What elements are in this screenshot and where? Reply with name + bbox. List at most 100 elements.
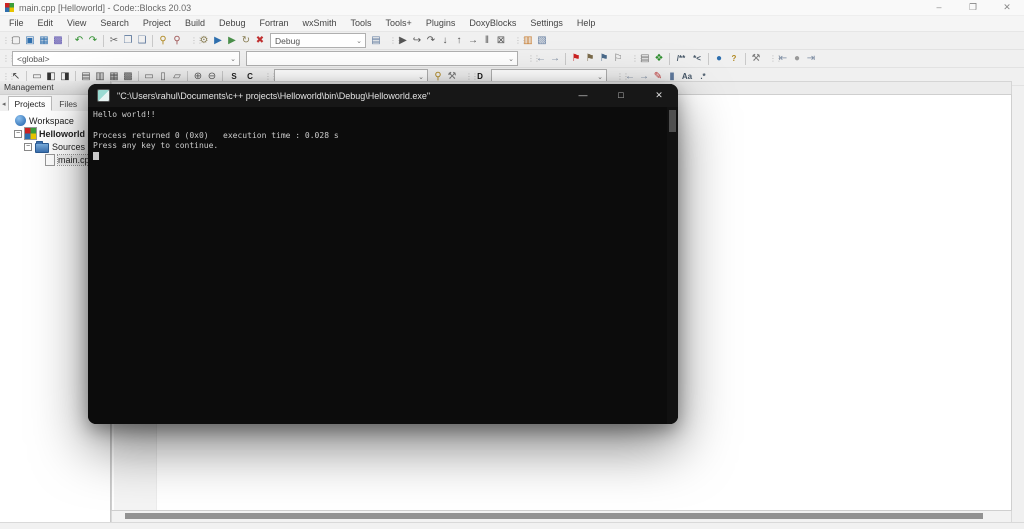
doxy-run-html-icon[interactable]: ● bbox=[712, 51, 726, 66]
tab-scroll-left-icon[interactable]: ◂ bbox=[0, 100, 8, 111]
doxy-block-comment-icon[interactable]: /** bbox=[673, 51, 689, 66]
doxy-settings-icon[interactable]: ⚒ bbox=[749, 51, 763, 66]
clear-bookmarks-icon[interactable]: ⚐ bbox=[611, 51, 625, 66]
scrollbar-thumb[interactable] bbox=[125, 513, 983, 519]
menu-edit[interactable]: Edit bbox=[31, 16, 61, 31]
toolbar-grip[interactable]: ⋮⋮ bbox=[389, 37, 394, 45]
expander-icon[interactable]: − bbox=[24, 143, 32, 151]
replace-icon[interactable]: ⚲ bbox=[170, 33, 184, 48]
toolbar-grip[interactable]: ⋮⋮ bbox=[769, 55, 774, 63]
close-button[interactable]: ✕ bbox=[990, 0, 1024, 15]
tab-projects[interactable]: Projects bbox=[8, 96, 53, 111]
tab-files[interactable]: Files bbox=[52, 96, 84, 111]
build-icon[interactable]: ⚙ bbox=[197, 33, 211, 48]
console-maximize-button[interactable]: □ bbox=[602, 84, 640, 107]
console-minimize-button[interactable]: — bbox=[564, 84, 602, 107]
toolbar-grip[interactable]: ⋮⋮ bbox=[2, 55, 7, 63]
toggle-bookmark-icon[interactable]: ⚑ bbox=[569, 51, 583, 66]
step-out-icon[interactable]: ↑ bbox=[452, 33, 466, 48]
menu-doxyblocks[interactable]: DoxyBlocks bbox=[462, 16, 523, 31]
menu-fortran[interactable]: Fortran bbox=[252, 16, 295, 31]
menu-tools[interactable]: Tools bbox=[344, 16, 379, 31]
chevron-down-icon[interactable]: ⌄ bbox=[415, 73, 427, 81]
save-file-icon[interactable]: ▦ bbox=[37, 33, 51, 48]
previous-bookmark-icon[interactable]: ⚑ bbox=[583, 51, 597, 66]
chevron-down-icon[interactable]: ⌄ bbox=[505, 55, 517, 63]
nav-forward-icon[interactable]: → bbox=[548, 51, 562, 66]
menu-build[interactable]: Build bbox=[178, 16, 212, 31]
redo-icon[interactable]: ↷ bbox=[86, 33, 100, 48]
toolbar-grip[interactable]: ⋮⋮ bbox=[527, 55, 532, 63]
jump-marker-icon[interactable]: ● bbox=[790, 51, 804, 66]
menu-plugins[interactable]: Plugins bbox=[419, 16, 463, 31]
menu-bar: FileEditViewSearchProjectBuildDebugFortr… bbox=[0, 16, 1024, 32]
toolbar-grip[interactable]: ⋮⋮ bbox=[2, 73, 7, 81]
debugging-windows-icon[interactable]: ▥ bbox=[521, 33, 535, 48]
stop-debugger-icon[interactable]: ⊠ bbox=[494, 33, 508, 48]
console-output[interactable]: Hello world!!Process returned 0 (0x0) ex… bbox=[88, 107, 678, 424]
various-info-icon[interactable]: ▧ bbox=[535, 33, 549, 48]
next-bookmark-icon[interactable]: ⚑ bbox=[597, 51, 611, 66]
menu-search[interactable]: Search bbox=[93, 16, 136, 31]
copy-icon[interactable]: ❐ bbox=[121, 33, 135, 48]
console-titlebar[interactable]: "C:\Users\rahul\Documents\c++ projects\H… bbox=[88, 84, 678, 107]
chevron-down-icon[interactable]: ⌄ bbox=[227, 55, 239, 63]
open-file-icon[interactable]: ▣ bbox=[23, 33, 37, 48]
rebuild-icon[interactable]: ↻ bbox=[239, 33, 253, 48]
function-combo[interactable]: ⌄ bbox=[246, 51, 518, 66]
save-all-files-icon[interactable]: ▩ bbox=[51, 33, 65, 48]
new-file-icon[interactable]: ▢ bbox=[9, 33, 23, 48]
chevron-down-icon[interactable]: ⌄ bbox=[594, 73, 606, 81]
jump-toolbar: ⋮⋮⇤●⇥ bbox=[767, 50, 818, 67]
menu-project[interactable]: Project bbox=[136, 16, 178, 31]
menu-wxsmith[interactable]: wxSmith bbox=[296, 16, 344, 31]
expander-icon[interactable]: − bbox=[14, 130, 22, 138]
pause-debugger-icon[interactable]: ‖ bbox=[480, 33, 494, 48]
jump-forward-icon[interactable]: ⇥ bbox=[804, 51, 818, 66]
status-bar bbox=[0, 522, 1024, 529]
minimize-button[interactable]: – bbox=[922, 0, 956, 15]
nav-back-icon[interactable]: ← bbox=[534, 51, 548, 66]
window-titlebar: main.cpp [Helloworld] - Code::Blocks 20.… bbox=[0, 0, 1024, 16]
step-into-icon[interactable]: ↓ bbox=[438, 33, 452, 48]
next-line-icon[interactable]: ↷ bbox=[424, 33, 438, 48]
run-icon[interactable]: ▶ bbox=[211, 33, 225, 48]
toolbar-grip[interactable]: ⋮⋮ bbox=[190, 37, 195, 45]
toolbar-grip[interactable]: ⋮⋮ bbox=[465, 73, 470, 81]
doxy-line-comment-icon[interactable]: *< bbox=[689, 51, 705, 66]
chevron-down-icon[interactable]: ⌄ bbox=[353, 37, 365, 45]
build-and-run-icon[interactable]: ▶ bbox=[225, 33, 239, 48]
scope-combo[interactable]: <global>⌄ bbox=[12, 51, 240, 66]
find-icon[interactable]: ⚲ bbox=[156, 33, 170, 48]
menu-tools[interactable]: Tools+ bbox=[379, 16, 419, 31]
paste-icon[interactable]: ❑ bbox=[135, 33, 149, 48]
show-build-messages-icon[interactable]: ▤ bbox=[369, 33, 383, 48]
console-close-button[interactable]: ✕ bbox=[640, 84, 678, 107]
menu-settings[interactable]: Settings bbox=[523, 16, 570, 31]
toolbar-grip[interactable]: ⋮⋮ bbox=[631, 55, 636, 63]
jump-back-icon[interactable]: ⇤ bbox=[776, 51, 790, 66]
menu-file[interactable]: File bbox=[2, 16, 31, 31]
toolbar-grip[interactable]: ⋮⋮ bbox=[616, 73, 621, 81]
build-target-combo[interactable]: Debug⌄ bbox=[270, 33, 366, 48]
debug-continue-icon[interactable]: ▶ bbox=[396, 33, 410, 48]
run-to-cursor-icon[interactable]: ↪ bbox=[410, 33, 424, 48]
cut-icon[interactable]: ✂ bbox=[107, 33, 121, 48]
menu-help[interactable]: Help bbox=[570, 16, 603, 31]
console-window[interactable]: "C:\Users\rahul\Documents\c++ projects\H… bbox=[88, 84, 678, 424]
console-scrollbar-thumb[interactable] bbox=[669, 110, 676, 132]
toolbar-grip[interactable]: ⋮⋮ bbox=[264, 73, 269, 81]
menu-debug[interactable]: Debug bbox=[212, 16, 253, 31]
doxy-extract-docs-icon[interactable]: ▤ bbox=[638, 51, 652, 66]
toolbar-grip[interactable]: ⋮⋮ bbox=[514, 37, 519, 45]
abort-build-icon[interactable]: ✖ bbox=[253, 33, 267, 48]
toolbar-separator bbox=[708, 53, 709, 65]
doxy-wizard-icon[interactable]: ❖ bbox=[652, 51, 666, 66]
console-vertical-scrollbar[interactable] bbox=[667, 107, 678, 424]
restore-button[interactable]: ❐ bbox=[956, 0, 990, 15]
toolbar-grip[interactable]: ⋮⋮ bbox=[2, 37, 7, 45]
undo-icon[interactable]: ↶ bbox=[72, 33, 86, 48]
doxy-run-chm-icon[interactable]: ? bbox=[726, 51, 742, 66]
next-instruction-icon[interactable]: → bbox=[466, 33, 480, 48]
menu-view[interactable]: View bbox=[60, 16, 93, 31]
